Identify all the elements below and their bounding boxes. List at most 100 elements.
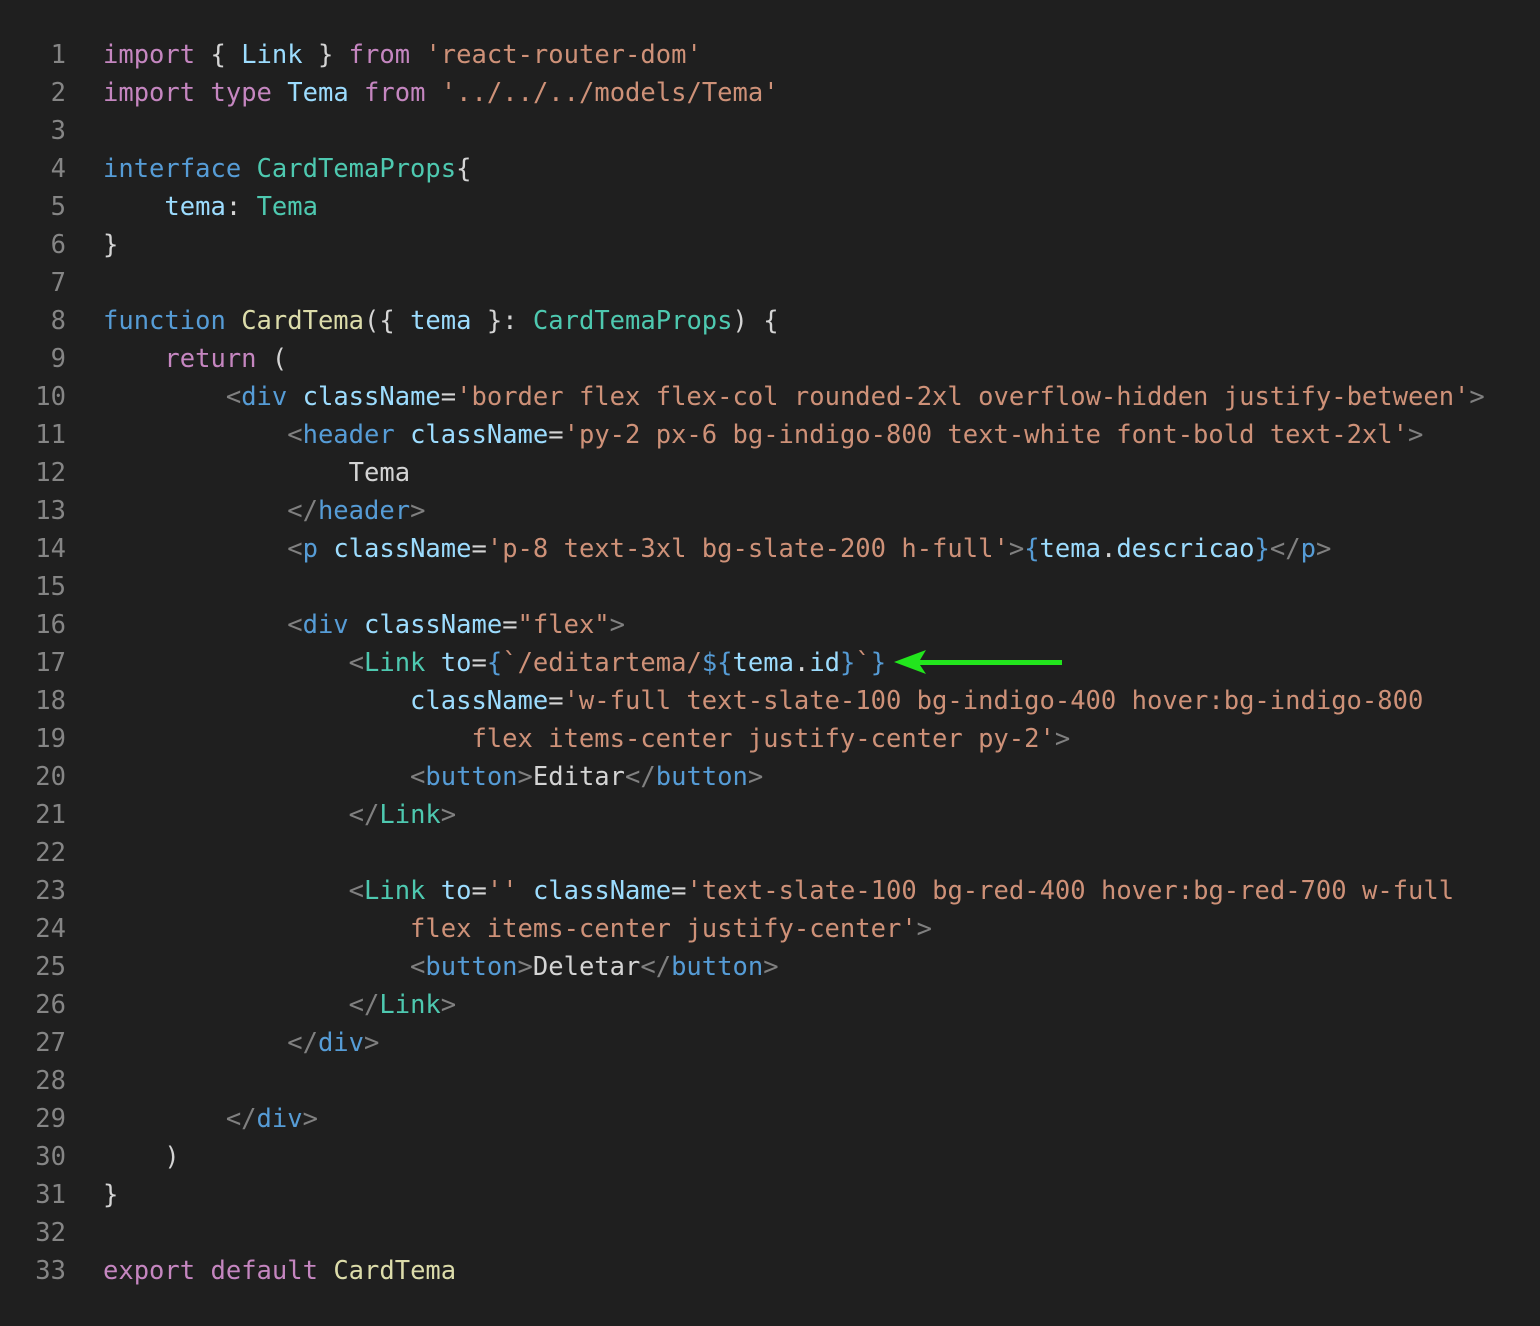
code-line[interactable]: 27 </div> — [0, 1024, 1540, 1062]
code-token: type — [210, 78, 272, 108]
code-token: to — [440, 648, 472, 678]
code-line[interactable]: 19 flex items-center justify-center py-2… — [0, 720, 1540, 758]
code-token: div — [302, 610, 349, 640]
code-token: </ — [348, 990, 380, 1020]
code-token: flex items-center justify-center' — [103, 914, 917, 944]
code-token: Tema — [287, 78, 349, 108]
code-token: < — [287, 420, 303, 450]
code-line[interactable]: 9 return ( — [0, 340, 1540, 378]
line-number: 4 — [50, 154, 66, 184]
code-line[interactable]: 18 className='w-full text-slate-100 bg-i… — [0, 682, 1540, 720]
code-line[interactable]: 12 Tema — [0, 454, 1540, 492]
code-text[interactable]: <Link to='' className='text-slate-100 bg… — [103, 872, 1454, 910]
code-text[interactable]: import { Link } from 'react-router-dom' — [103, 36, 702, 74]
code-text[interactable]: </Link> — [103, 796, 457, 834]
code-line[interactable]: 13 </header> — [0, 492, 1540, 530]
code-token: ) { — [732, 306, 779, 336]
line-number: 18 — [35, 686, 66, 716]
code-token: Link — [379, 990, 441, 1020]
code-text[interactable]: export default CardTema — [103, 1252, 456, 1290]
code-token: className — [302, 382, 441, 412]
code-line[interactable]: 11 <header className='py-2 px-6 bg-indig… — [0, 416, 1540, 454]
code-token: Tema — [256, 192, 318, 222]
code-line[interactable]: 8 function CardTema({ tema }: CardTemaPro… — [0, 302, 1540, 340]
code-line[interactable]: 5 tema: Tema — [0, 188, 1540, 226]
code-token: = — [471, 876, 487, 906]
code-text[interactable]: flex items-center justify-center'> — [103, 910, 932, 948]
code-token: < — [225, 382, 242, 412]
code-token: > — [410, 496, 426, 526]
code-token: < — [287, 610, 303, 640]
code-token: > — [364, 1028, 380, 1058]
code-text[interactable]: <header className='py-2 px-6 bg-indigo-8… — [103, 416, 1423, 454]
code-text[interactable]: Tema — [103, 454, 410, 492]
code-token: 'react-router-dom' — [425, 40, 702, 70]
code-token: } — [302, 40, 349, 70]
code-text[interactable]: return ( — [103, 340, 287, 378]
code-line[interactable]: 22 — [0, 834, 1540, 872]
code-text[interactable]: <button>Deletar</button> — [103, 948, 779, 986]
code-line[interactable]: 32 — [0, 1214, 1540, 1252]
code-line[interactable]: 6} — [0, 226, 1540, 264]
code-token: } — [870, 648, 887, 678]
code-text[interactable]: <button>Editar</button> — [103, 758, 763, 796]
code-token: > — [302, 1104, 318, 1134]
code-line[interactable]: 31} — [0, 1176, 1540, 1214]
code-text[interactable]: </div> — [103, 1100, 318, 1138]
code-text[interactable]: </Link> — [103, 986, 457, 1024]
code-text[interactable]: </header> — [103, 492, 425, 530]
code-line[interactable]: 16 <div className="flex"> — [0, 606, 1540, 644]
code-line[interactable]: 26 </Link> — [0, 986, 1540, 1024]
code-line[interactable]: 3 — [0, 112, 1540, 150]
code-token: ({ — [364, 306, 411, 336]
code-text[interactable]: tema: Tema — [103, 188, 318, 226]
line-number: 32 — [35, 1218, 66, 1248]
code-token: = — [471, 648, 487, 678]
code-line[interactable]: 14 <p className='p-8 text-3xl bg-slate-2… — [0, 530, 1540, 568]
code-line[interactable]: 33 export default CardTema — [0, 1252, 1540, 1290]
code-text[interactable]: } — [103, 226, 118, 264]
code-line[interactable]: 28 — [0, 1062, 1540, 1100]
code-token: button — [425, 762, 518, 792]
code-text[interactable]: <p className='p-8 text-3xl bg-slate-200 … — [103, 530, 1331, 568]
code-line[interactable]: 30 ) — [0, 1138, 1540, 1176]
code-token: className — [410, 686, 549, 716]
line-number: 11 — [35, 420, 66, 450]
code-text[interactable]: <Link to={`/editartema/${tema.id}`} — [103, 644, 886, 682]
code-line[interactable]: 21 </Link> — [0, 796, 1540, 834]
code-editor[interactable]: 1 import { Link } from 'react-router-dom'… — [0, 36, 1540, 1290]
code-token: '' — [486, 876, 518, 906]
code-text[interactable]: className='w-full text-slate-100 bg-indi… — [103, 682, 1423, 720]
code-text[interactable]: </div> — [103, 1024, 379, 1062]
code-text[interactable]: interface CardTemaProps{ — [103, 150, 471, 188]
code-text[interactable]: function CardTema({ tema }: CardTemaProp… — [103, 302, 779, 340]
code-text[interactable]: <div className="flex"> — [103, 606, 625, 644]
code-line[interactable]: 2 import type Tema from '../../../models/… — [0, 74, 1540, 112]
code-line[interactable]: 24 flex items-center justify-center'> — [0, 910, 1540, 948]
code-token: 'p-8 text-3xl bg-slate-200 h-full' — [486, 534, 1009, 564]
code-text[interactable]: flex items-center justify-center py-2'> — [103, 720, 1070, 758]
code-text[interactable]: <div className='border flex flex-col rou… — [103, 378, 1485, 416]
code-line[interactable]: 15 — [0, 568, 1540, 606]
code-text[interactable]: ) — [103, 1138, 179, 1176]
code-line[interactable]: 4 interface CardTemaProps{ — [0, 150, 1540, 188]
code-token: } — [840, 648, 856, 678]
code-line[interactable]: 10 <div className='border flex flex-col … — [0, 378, 1540, 416]
code-line[interactable]: 23 <Link to='' className='text-slate-100… — [0, 872, 1540, 910]
code-line[interactable]: 25 <button>Deletar</button> — [0, 948, 1540, 986]
code-line[interactable]: 17 <Link to={`/editartema/${tema.id}`} — [0, 644, 1540, 682]
code-line[interactable]: 29 </div> — [0, 1100, 1540, 1138]
code-text[interactable]: } — [103, 1176, 118, 1214]
code-line[interactable]: 7 — [0, 264, 1540, 302]
code-text[interactable]: import type Tema from '../../../models/T… — [103, 74, 779, 112]
code-token: = — [471, 534, 487, 564]
code-line[interactable]: 1 import { Link } from 'react-router-dom' — [0, 36, 1540, 74]
code-line[interactable]: 20 <button>Editar</button> — [0, 758, 1540, 796]
code-token: </ — [625, 762, 656, 792]
